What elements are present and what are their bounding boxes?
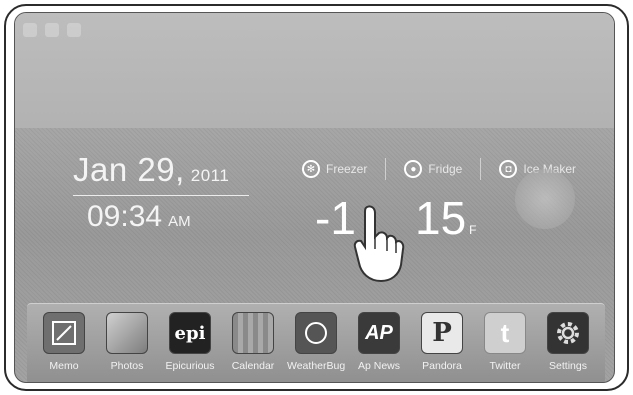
ice-cup-icon: ◘ xyxy=(499,160,518,178)
tab-freezer[interactable]: ✻ Freezer xyxy=(302,160,367,178)
background-wallpaper xyxy=(15,13,614,128)
fridge-temperature[interactable]: 15 F xyxy=(415,191,477,245)
app-dock: Memo Photos epi Epicurious Calendar Weat… xyxy=(27,303,605,382)
temperature-unit: F xyxy=(469,223,477,237)
time-clock: 09:34 xyxy=(87,200,163,233)
weatherbug-icon xyxy=(295,312,337,354)
wifi-icon xyxy=(45,23,59,37)
app-settings[interactable]: Settings xyxy=(539,312,597,372)
tab-divider xyxy=(385,158,387,180)
time-ampm: AM xyxy=(168,213,191,230)
app-weatherbug[interactable]: WeatherBug xyxy=(287,312,345,372)
app-epicurious[interactable]: epi Epicurious xyxy=(161,312,219,372)
app-label: Ap News xyxy=(357,360,400,372)
app-label: Memo xyxy=(49,360,79,372)
app-pandora[interactable]: P Pandora xyxy=(413,312,471,372)
close-icon[interactable] xyxy=(23,23,37,37)
app-ap-news[interactable]: AP Ap News xyxy=(350,312,408,372)
date-year: 2011 xyxy=(190,166,230,185)
epicurious-icon: epi xyxy=(169,312,211,354)
twitter-icon: t xyxy=(484,312,526,354)
tab-fridge-label: Fridge xyxy=(428,162,463,176)
snowflake-icon: ✻ xyxy=(302,160,320,178)
fridge-temperature-value: 15 xyxy=(415,192,467,244)
memo-icon xyxy=(43,312,85,354)
app-twitter[interactable]: t Twitter xyxy=(476,312,534,372)
pandora-icon: P xyxy=(421,312,463,354)
ice-dispenser-graphic xyxy=(515,169,575,229)
date-divider xyxy=(73,195,249,196)
app-label: Settings xyxy=(549,360,587,372)
calendar-icon xyxy=(232,312,274,354)
app-label: WeatherBug xyxy=(287,360,346,372)
settings-icon xyxy=(547,312,589,354)
app-label: Epicurious xyxy=(165,360,215,372)
tab-divider xyxy=(480,158,482,180)
notification-icon xyxy=(67,23,81,37)
pointing-hand-icon xyxy=(353,205,405,283)
date-month-day: Jan 29, xyxy=(73,151,185,188)
drop-icon: ● xyxy=(404,160,423,178)
time-display: 09:34 AM xyxy=(73,200,249,234)
app-label: Photos xyxy=(110,360,144,372)
photos-icon xyxy=(106,312,148,354)
app-memo[interactable]: Memo xyxy=(35,312,93,372)
status-bar xyxy=(23,19,81,41)
date-display: Jan 29, 2011 xyxy=(73,151,249,189)
tab-fridge[interactable]: ● Fridge xyxy=(404,160,462,178)
ap-news-icon: AP xyxy=(358,312,400,354)
touch-screen: Jan 29, 2011 09:34 AM ✻ Freezer ● Fridge ◘… xyxy=(14,12,615,383)
clock-widget[interactable]: Jan 29, 2011 09:34 AM xyxy=(73,151,249,234)
app-calendar[interactable]: Calendar xyxy=(224,312,282,372)
app-label: Pandora xyxy=(422,360,462,372)
app-label: Twitter xyxy=(489,360,521,372)
tab-freezer-label: Freezer xyxy=(326,162,368,176)
app-label: Calendar xyxy=(231,360,275,372)
app-photos[interactable]: Photos xyxy=(98,312,156,372)
